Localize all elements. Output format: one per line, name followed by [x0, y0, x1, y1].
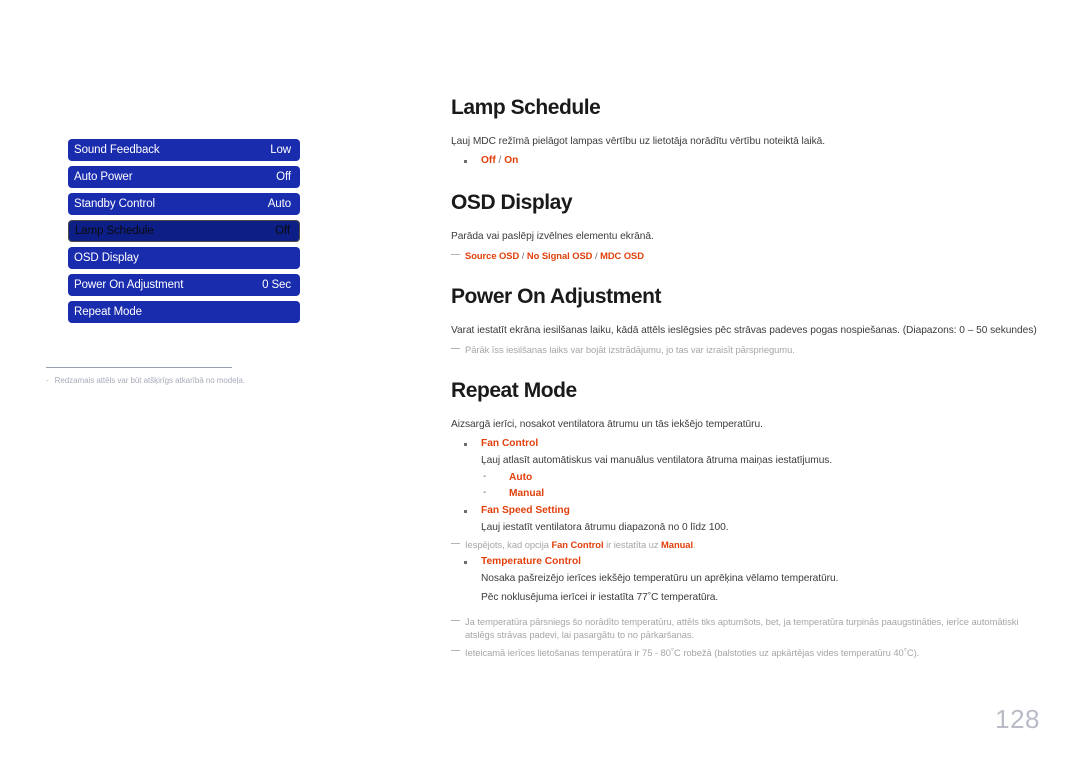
osd-menu-item-label: Auto Power [74, 171, 133, 183]
note-suffix: C). [906, 647, 920, 658]
note-middle: C robežā (balstoties uz apkārtējas vides… [674, 647, 904, 658]
recommended-temperature-note: Ieteicamā ierīces lietošanas temperatūra… [451, 645, 1041, 659]
option-temperature-control: Temperature Control [481, 556, 581, 567]
content-column: Lamp Schedule Ļauj MDC režīmā pielāgot l… [451, 96, 1041, 663]
option-fan-speed-setting: Fan Speed Setting [481, 505, 570, 516]
note-prefix: Ieteicamā ierīces lietošanas temperatūra… [465, 647, 671, 658]
osd-menu-item-lamp-schedule[interactable]: Lamp Schedule Off [68, 220, 300, 242]
note-suffix: . [693, 539, 696, 550]
section-title: Power On Adjustment [451, 285, 662, 308]
repeat-mode-option-list: Fan Control [451, 437, 1041, 451]
term-manual: Manual [661, 539, 694, 550]
osd-footnote-divider [46, 367, 232, 368]
osd-menu-panel: Sound Feedback Low Auto Power Off Standb… [68, 139, 300, 328]
osd-menu-item-label: Repeat Mode [74, 306, 142, 318]
option-list: Off / On [451, 154, 1041, 168]
osd-footnote-text: Redzamais attēls var būt atšķirīgs atkar… [54, 376, 245, 385]
osd-menu-item-value: Low [270, 144, 291, 156]
option-separator: / [519, 250, 527, 261]
option-separator: / [495, 155, 505, 166]
list-item: Auto [451, 470, 1041, 485]
option-source-osd: Source OSD [465, 250, 520, 261]
option-mdc-osd: MDC OSD [600, 250, 644, 261]
section-title: Lamp Schedule [451, 96, 601, 119]
option-on: On [504, 155, 519, 166]
osd-menu-item-sound-feedback[interactable]: Sound Feedback Low [68, 139, 300, 161]
osd-menu-item-label: Power On Adjustment [74, 279, 184, 291]
overheat-note: Ja temperatūra pārsniegs šo norādīto tem… [451, 615, 1041, 641]
fan-speed-setting-list: Fan Speed Setting [451, 504, 1041, 518]
osd-menu-item-value: Auto [267, 198, 291, 210]
temperature-control-description-2: Pēc noklusējuma ierīcei ir iestatīta 77°… [481, 589, 1041, 605]
osd-menu-item-value: Off [275, 225, 290, 237]
osd-menu-item-power-on-adjustment[interactable]: Power On Adjustment 0 Sec [68, 274, 300, 296]
osd-menu-item-label: Standby Control [74, 198, 155, 210]
fan-speed-setting-description: Ļauj iestatīt ventilatora ātrumu diapazo… [481, 522, 729, 533]
section-power-on-adjustment: Power On Adjustment Varat iestatīt ekrān… [451, 285, 1041, 356]
section-description: Varat iestatīt ekrāna iesilšanas laiku, … [451, 325, 1037, 336]
list-item: Off / On [451, 154, 1041, 168]
osd-display-options-note: Source OSD / No Signal OSD / MDC OSD [451, 249, 1041, 262]
option-separator: / [592, 250, 601, 261]
osd-menu-item-label: Sound Feedback [74, 144, 160, 156]
section-lamp-schedule: Lamp Schedule Ļauj MDC režīmā pielāgot l… [451, 96, 1041, 168]
section-repeat-mode: Repeat Mode Aizsargā ierīci, nosakot ven… [451, 379, 1041, 659]
fan-speed-enabled-note: Iespējots, kad opcija Fan Control ir ies… [451, 538, 1041, 551]
section-osd-display: OSD Display Parāda vai paslēpj izvēlnes … [451, 191, 1041, 262]
osd-menu-item-standby-control[interactable]: Standby Control Auto [68, 193, 300, 215]
osd-footnote: - Redzamais attēls var būt atšķirīgs atk… [46, 376, 326, 385]
page-number: 128 [995, 704, 1040, 734]
option-no-signal-osd: No Signal OSD [526, 250, 593, 261]
temp-default-prefix: Pēc noklusējuma ierīcei ir iestatīta 77 [481, 592, 648, 603]
list-item: Temperature Control [451, 555, 1041, 569]
option-off: Off [481, 155, 496, 166]
option-auto: Auto [509, 472, 533, 483]
temp-default-suffix: C temperatūra. [650, 592, 719, 603]
osd-menu-item-value: 0 Sec [262, 279, 291, 291]
list-item: Fan Speed Setting [451, 504, 1041, 518]
option-fan-control: Fan Control [481, 438, 539, 449]
term-fan-control: Fan Control [551, 539, 604, 550]
fan-control-description: Ļauj atlasīt automātiskus vai manuālus v… [481, 455, 833, 466]
section-title: OSD Display [451, 191, 573, 214]
osd-menu-item-value: Off [276, 171, 291, 183]
power-on-adjustment-note: Pārāk īss iesilšanas laiks var bojāt izs… [451, 343, 1041, 356]
temperature-control-description-1: Nosaka pašreizējo ierīces iekšējo temper… [481, 573, 839, 584]
osd-footnote-dash: - [46, 376, 49, 385]
osd-menu-item-repeat-mode[interactable]: Repeat Mode [68, 301, 300, 323]
option-manual: Manual [509, 488, 545, 499]
list-item: Fan Control [451, 437, 1041, 451]
section-description: Parāda vai paslēpj izvēlnes elementu ekr… [451, 231, 654, 242]
osd-menu-item-label: OSD Display [74, 252, 139, 264]
temperature-control-list: Temperature Control [451, 555, 1041, 569]
fan-control-options: Auto Manual [451, 470, 1041, 501]
list-item: Manual [451, 486, 1041, 501]
osd-menu-item-osd-display[interactable]: OSD Display [68, 247, 300, 269]
note-prefix: Iespējots, kad opcija [465, 539, 552, 550]
section-description: Ļauj MDC režīmā pielāgot lampas vērtību … [451, 136, 826, 147]
section-description: Aizsargā ierīci, nosakot ventilatora ātr… [451, 419, 763, 430]
osd-menu-item-label: Lamp Schedule [75, 225, 154, 237]
osd-menu-item-auto-power[interactable]: Auto Power Off [68, 166, 300, 188]
note-middle: ir iestatīta uz [603, 539, 662, 550]
section-title: Repeat Mode [451, 379, 577, 402]
